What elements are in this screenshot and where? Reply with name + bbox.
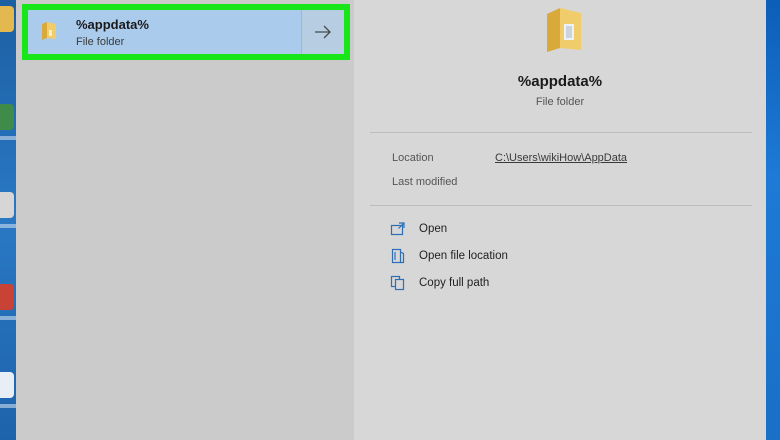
- open-file-location-action[interactable]: Open file location: [390, 247, 640, 267]
- copy-full-path-icon: [390, 275, 405, 291]
- open-icon: [390, 222, 405, 236]
- location-value-link[interactable]: C:\Users\wikiHow\AppData: [495, 152, 627, 164]
- desktop-icon[interactable]: [0, 372, 16, 408]
- desktop-right-edge: [766, 0, 780, 440]
- best-match-open[interactable]: %appdata% File folder: [28, 10, 300, 54]
- preview-subtitle: File folder: [535, 96, 585, 108]
- folder-icon: [547, 8, 581, 52]
- best-match-result: %appdata% File folder: [22, 4, 350, 60]
- divider: [370, 132, 752, 133]
- start-search-panel: %appdata% File folder %appdata% File fol…: [16, 0, 766, 440]
- arrow-right-icon: [315, 25, 331, 39]
- open-file-location-label: Open file location: [419, 250, 508, 262]
- copy-full-path-action[interactable]: Copy full path: [390, 274, 640, 294]
- result-title: %appdata%: [76, 17, 149, 32]
- desktop-icon[interactable]: [0, 6, 16, 40]
- open-label: Open: [419, 223, 448, 235]
- expand-preview-button[interactable]: [301, 10, 344, 54]
- preview-pane: %appdata% File folder Location C:\Users\…: [354, 0, 766, 440]
- desktop-icon[interactable]: [0, 104, 16, 140]
- open-file-location-icon: [391, 248, 405, 264]
- desktop-left-edge: [0, 0, 16, 440]
- desktop-icon[interactable]: [0, 284, 16, 320]
- location-label: Location: [392, 152, 434, 164]
- folder-icon: [42, 22, 56, 40]
- copy-full-path-label: Copy full path: [419, 277, 490, 289]
- result-subtitle: File folder: [76, 36, 125, 48]
- preview-title: %appdata%: [517, 73, 603, 90]
- last-modified-label: Last modified: [392, 176, 458, 188]
- open-action[interactable]: Open: [390, 220, 640, 240]
- desktop-icon[interactable]: [0, 192, 16, 228]
- divider: [370, 205, 752, 206]
- search-results-pane: %appdata% File folder: [16, 0, 354, 440]
